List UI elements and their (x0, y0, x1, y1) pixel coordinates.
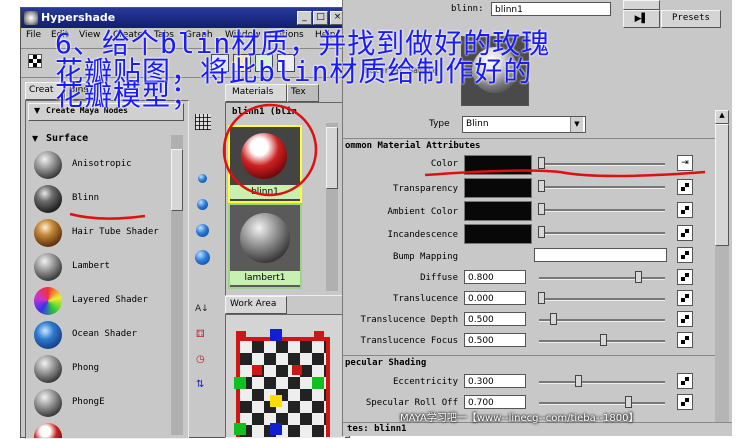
watermark: MAYA学习吧一【www--linecg--com/tieba--1800】 (400, 413, 639, 424)
overlay-line-3: 花瓣模型； (55, 79, 201, 112)
annotation-underline-blinn (69, 212, 146, 220)
annotation-circle (222, 103, 318, 197)
annotation-underline-color (424, 169, 706, 178)
